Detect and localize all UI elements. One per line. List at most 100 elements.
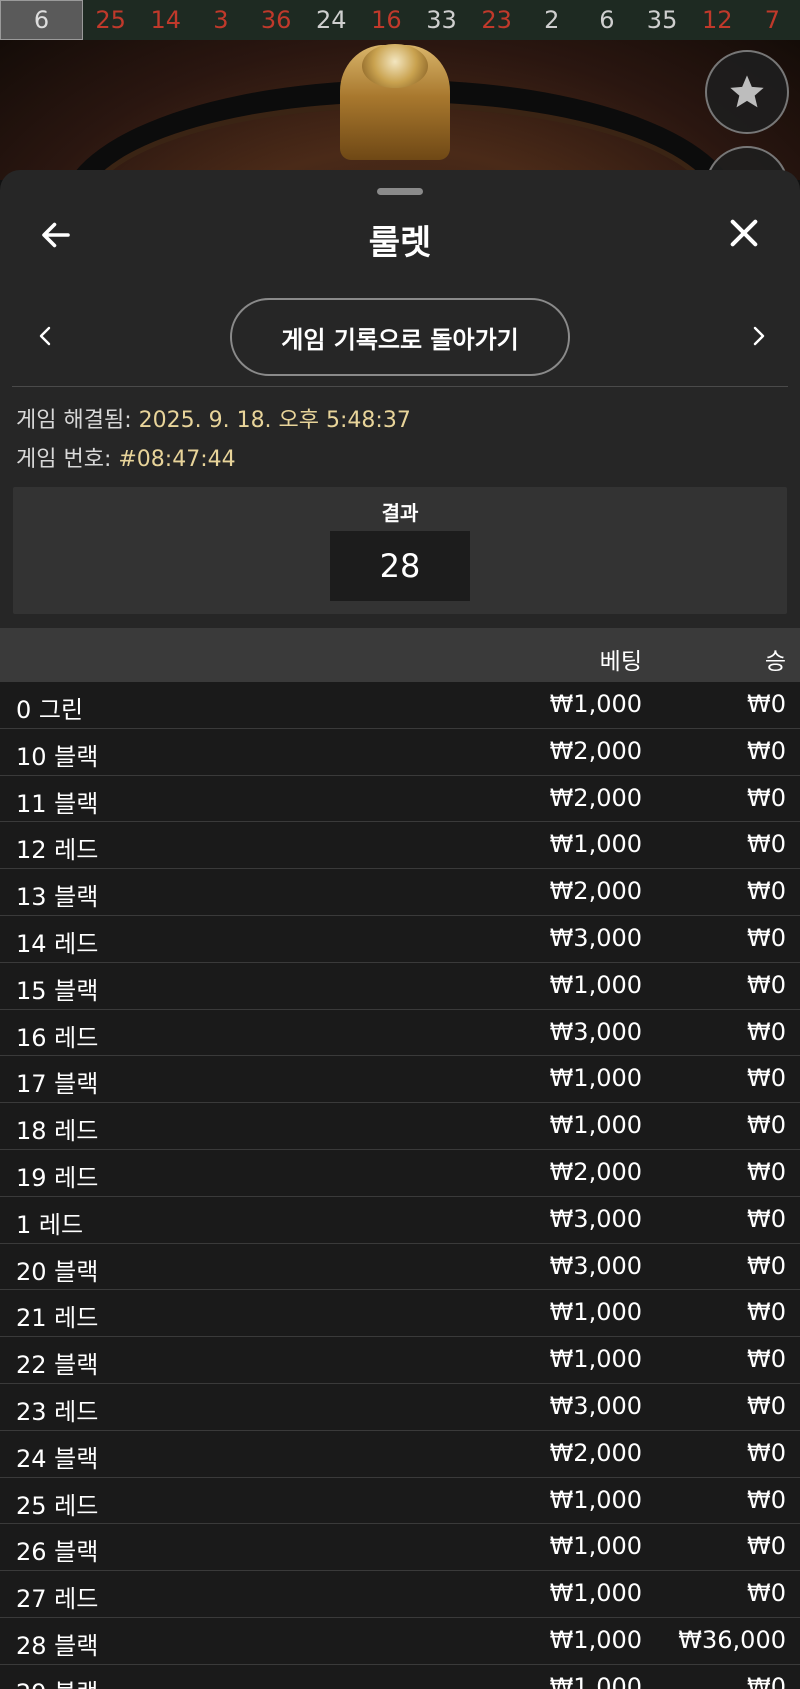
cell-win: ₩0 — [747, 1251, 786, 1280]
result-box: 결과 28 — [13, 487, 787, 614]
cell-name: 15 블랙 — [16, 976, 99, 1005]
recent-result-number: 23 — [481, 6, 512, 34]
cell-win: ₩0 — [747, 736, 786, 765]
cell-bet: ₩1,000 — [549, 1625, 642, 1654]
wheel-hub-cap — [362, 44, 428, 88]
cell-bet: ₩1,000 — [549, 1672, 642, 1689]
cell-name: 12 레드 — [16, 836, 99, 865]
table-row: 0 그린 ₩1,000 ₩0 — [0, 682, 800, 729]
table-row: 28 블랙 ₩1,000 ₩36,000 — [0, 1617, 800, 1665]
cell-name: 21 레드 — [16, 1304, 99, 1333]
recent-result-number: 6 — [0, 0, 84, 40]
cell-bet: ₩3,000 — [549, 1391, 642, 1420]
back-to-history-button[interactable]: 게임 기록으로 돌아가기 — [230, 298, 570, 376]
table-row: 17 블랙 ₩1,000 ₩0 — [0, 1056, 800, 1104]
game-resolved-info: 게임 해결됨: 2025. 9. 18. 오후 5:48:37 — [16, 402, 411, 434]
panel-header: 룰렛 — [0, 205, 800, 265]
recent-result-number: 2 — [544, 6, 560, 34]
cell-win: ₩0 — [747, 783, 786, 812]
cell-win: ₩0 — [747, 1485, 786, 1514]
cell-win: ₩0 — [747, 1111, 786, 1140]
table-row: 12 레드 ₩1,000 ₩0 — [0, 822, 800, 870]
recent-result-number: 16 — [371, 6, 402, 34]
divider — [12, 386, 788, 387]
cell-bet: ₩3,000 — [549, 1251, 642, 1280]
table-row: 27 레드 ₩1,000 ₩0 — [0, 1571, 800, 1618]
previous-game-button[interactable] — [26, 316, 66, 356]
bets-table: 베팅 승 0 그린 ₩1,000 ₩0 10 블랙 ₩2,000 ₩0 11 블랙 ₩2,00… — [0, 628, 800, 1689]
chevron-right-icon — [753, 326, 765, 346]
table-header: 베팅 승 — [0, 628, 800, 682]
cell-win: ₩0 — [747, 1298, 786, 1327]
game-number-value: #08:47:44 — [118, 447, 236, 472]
game-number-label: 게임 번호: — [16, 447, 119, 472]
close-button[interactable] — [722, 211, 766, 255]
table-row: 26 블랙 ₩1,000 ₩0 — [0, 1524, 800, 1572]
cell-name: 25 레드 — [16, 1491, 99, 1520]
table-row: 25 레드 ₩1,000 ₩0 — [0, 1477, 800, 1525]
cell-win: ₩0 — [747, 970, 786, 999]
recent-result-number: 7 — [764, 6, 780, 34]
cell-bet: ₩1,000 — [549, 1579, 642, 1608]
cell-name: 23 레드 — [16, 1397, 99, 1426]
cell-name: 19 레드 — [16, 1163, 99, 1192]
cell-name: 20 블랙 — [16, 1257, 99, 1286]
favorite-button[interactable] — [705, 50, 789, 134]
page-title: 룰렛 — [368, 223, 432, 263]
table-row: 20 블랙 ₩3,000 ₩0 — [0, 1243, 800, 1291]
cell-name: 11 블랙 — [16, 789, 99, 818]
cell-name: 24 블랙 — [16, 1444, 99, 1473]
recent-result-number: 35 — [646, 6, 678, 34]
cell-win: ₩0 — [747, 1064, 786, 1093]
game-number-info: 게임 번호: #08:47:44 — [16, 441, 236, 473]
table-row: 29 블랙 ₩1,000 ₩0 — [0, 1664, 800, 1689]
table-row: 11 블랙 ₩2,000 ₩0 — [0, 775, 800, 823]
cell-name: 14 레드 — [16, 929, 99, 958]
table-row: 1 레드 ₩3,000 ₩0 — [0, 1196, 800, 1244]
drag-handle[interactable] — [377, 188, 423, 195]
cell-bet: ₩3,000 — [549, 1017, 642, 1046]
cell-bet: ₩2,000 — [549, 1157, 642, 1186]
cell-name: 16 레드 — [16, 1023, 99, 1052]
cell-bet: ₩1,000 — [549, 1298, 642, 1327]
next-game-button[interactable] — [738, 316, 778, 356]
cell-win: ₩0 — [747, 1579, 786, 1608]
result-number: 28 — [330, 531, 470, 601]
cell-bet: ₩1,000 — [549, 830, 642, 859]
chevron-left-icon — [39, 326, 51, 346]
cell-name: 22 블랙 — [16, 1351, 99, 1380]
cell-bet: ₩2,000 — [549, 736, 642, 765]
table-row: 13 블랙 ₩2,000 ₩0 — [0, 869, 800, 916]
header-bet: 베팅 — [599, 649, 642, 675]
cell-name: 18 레드 — [16, 1117, 99, 1146]
table-row: 22 블랙 ₩1,000 ₩0 — [0, 1337, 800, 1384]
table-row: 21 레드 ₩1,000 ₩0 — [0, 1290, 800, 1338]
cell-bet: ₩1,000 — [549, 970, 642, 999]
cell-win: ₩0 — [747, 1438, 786, 1467]
recent-result-number: 25 — [95, 6, 126, 34]
cell-win: ₩0 — [747, 1157, 786, 1186]
cell-name: 29 블랙 — [16, 1673, 98, 1689]
roulette-wheel-backdrop — [0, 40, 800, 180]
cell-bet: ₩2,000 — [549, 877, 642, 906]
cell-win: ₩0 — [747, 877, 786, 906]
cell-win: ₩0 — [747, 1672, 786, 1689]
recent-result-number: 3 — [213, 6, 229, 34]
cell-win: ₩0 — [747, 1345, 786, 1374]
resolved-label: 게임 해결됨: — [16, 408, 139, 433]
cell-name: 1 레드 — [16, 1210, 84, 1239]
cell-name: 28 블랙 — [16, 1631, 99, 1660]
cell-win: ₩0 — [747, 923, 786, 952]
cell-name: 26 블랙 — [16, 1538, 99, 1567]
close-icon — [730, 219, 758, 247]
table-row: 19 레드 ₩2,000 ₩0 — [0, 1149, 800, 1197]
cell-bet: ₩1,000 — [549, 1532, 642, 1561]
table-body: 0 그린 ₩1,000 ₩0 10 블랙 ₩2,000 ₩0 11 블랙 ₩2,000 ₩0 12… — [0, 682, 800, 1689]
recent-result-number: 33 — [426, 6, 457, 34]
cell-win: ₩0 — [747, 690, 786, 718]
header-win: 승 — [764, 649, 786, 675]
game-history-panel: 룰렛 게임 기록으로 돌아가기 게임 해결됨: 2025. 9. 18. 오후 … — [0, 170, 800, 1689]
table-row: 24 블랙 ₩2,000 ₩0 — [0, 1430, 800, 1478]
table-row: 18 레드 ₩1,000 ₩0 — [0, 1103, 800, 1150]
cell-bet: ₩1,000 — [549, 1345, 642, 1374]
